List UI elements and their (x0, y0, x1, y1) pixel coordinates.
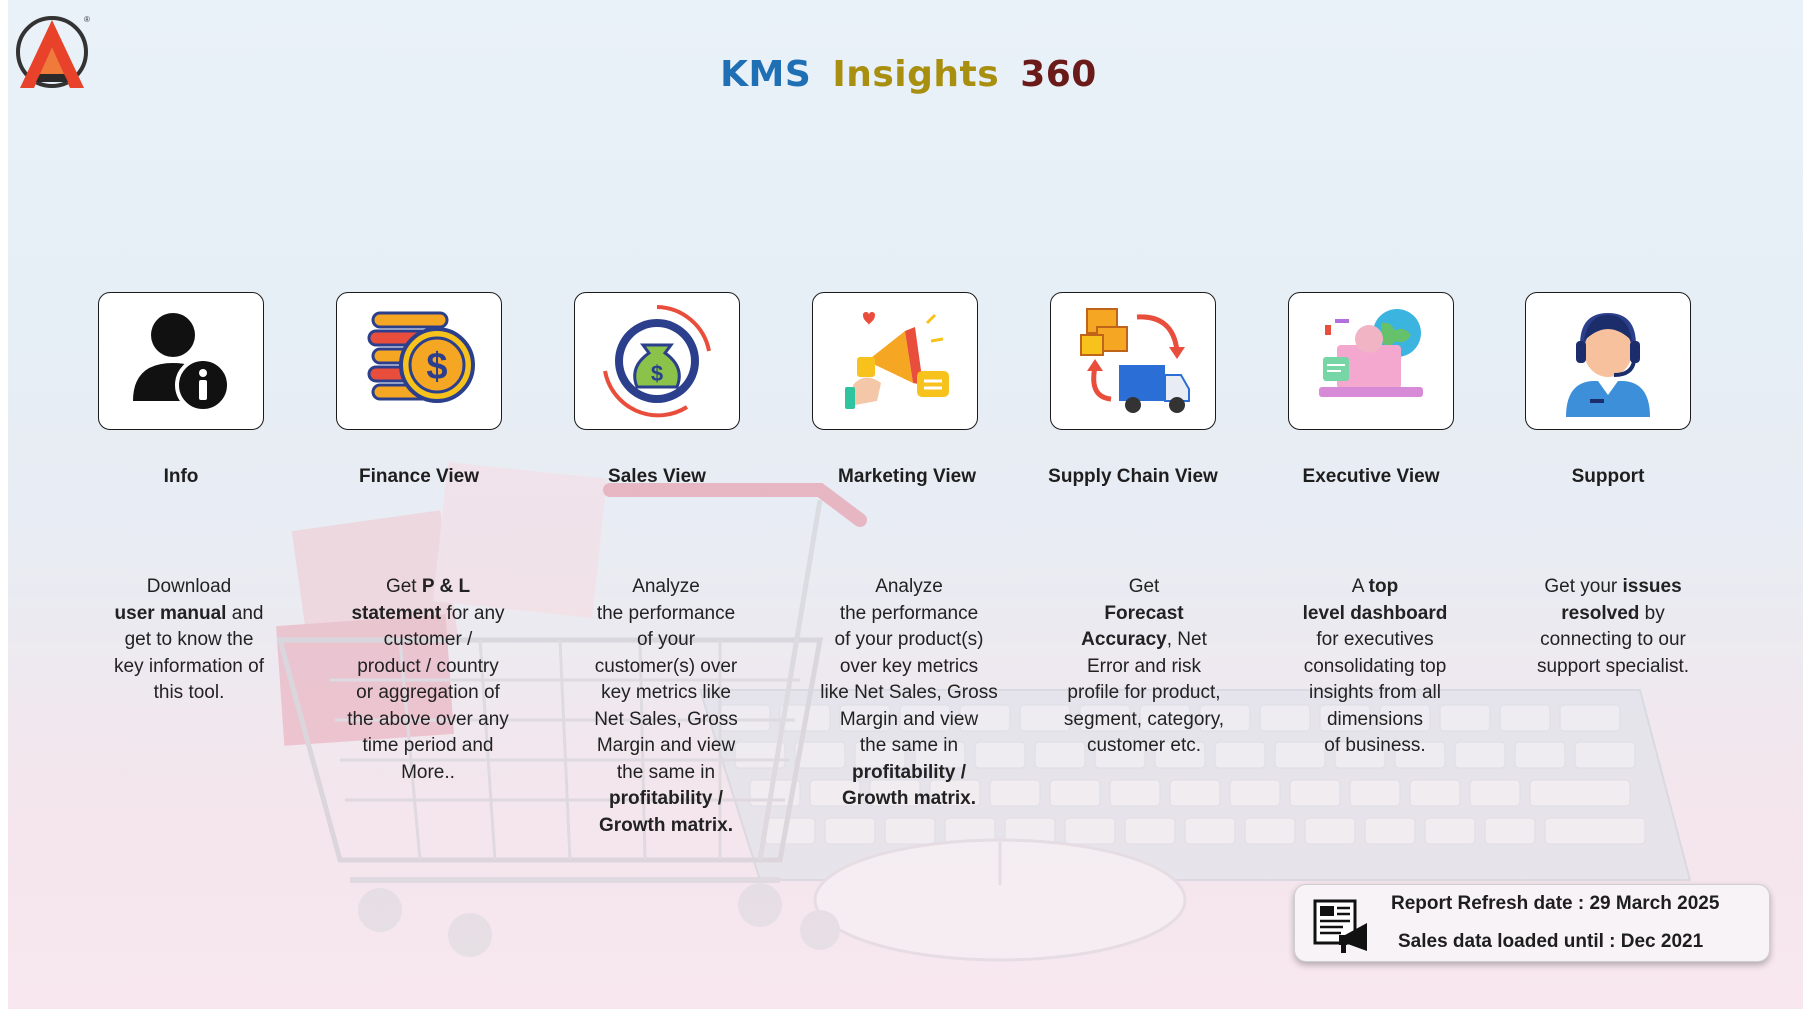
desc-line: Analyze (632, 576, 700, 597)
card-label-executive-view[interactable]: Executive View (1261, 466, 1481, 488)
desc-line: of business. (1324, 735, 1426, 756)
desc-line: Download (146, 576, 232, 597)
frame-edge-right (1803, 0, 1817, 1015)
desc-line: resolved by (1561, 602, 1665, 624)
card-desc-support: Get your issues resolved by connecting to … (1513, 574, 1713, 680)
card-label-info[interactable]: Info (71, 466, 291, 488)
app-canvas: ® KMS Insights 360 $ $ Info Finance View… (0, 0, 1817, 1015)
desc-line: over key metrics (839, 655, 979, 677)
desc-line: customer / (383, 629, 473, 650)
desc-line: get to know the (124, 629, 254, 650)
card-desc-supply-chain-view: Get Forecast Accuracy, Net Error and risk pr… (1044, 574, 1244, 760)
desc-line: the performance (596, 602, 736, 624)
megaphone-icon (845, 312, 949, 409)
desc-line: Growth matrix. (841, 788, 977, 809)
mouse-illustration (813, 838, 1187, 962)
svg-text:$: $ (651, 361, 663, 386)
desc-line: key metrics like (601, 682, 731, 703)
desc-line: insights from all (1309, 682, 1441, 703)
desc-line: the same in (616, 761, 716, 783)
desc-line: user manual and (114, 602, 264, 624)
desc-line: Get your issues (1544, 576, 1682, 597)
desc-line: Get (1128, 576, 1160, 597)
desc-line: support specialist. (1536, 655, 1690, 677)
desc-line: segment, category, (1063, 708, 1225, 730)
desc-line: time period and (362, 735, 494, 756)
svg-text:$: $ (426, 346, 447, 388)
card-desc-info: Download user manual and get to know the ke… (89, 574, 289, 707)
sales-data-loaded-until: Sales data loaded until : Dec 2021 (1398, 931, 1704, 952)
desc-line: Margin and view (596, 735, 736, 756)
page-title: KMS Insights 360 (0, 54, 1817, 95)
desc-line: statement for any (351, 602, 505, 624)
sales-view-card[interactable]: $ (574, 292, 740, 430)
desc-line: this tool. (153, 682, 225, 703)
money-bag-cycle-icon: $ (603, 305, 711, 418)
desc-line: the above over any (347, 708, 509, 730)
info-card[interactable] (98, 292, 264, 430)
desc-line: like Net Sales, Gross (820, 682, 998, 703)
coins-dollar-icon: $ (367, 311, 475, 403)
desc-line: connecting to our (1540, 629, 1686, 650)
card-desc-executive-view: A top level dashboard for executives consol… (1275, 574, 1475, 760)
desc-line: customer etc. (1086, 735, 1202, 756)
desc-line: profitability / (852, 761, 966, 783)
title-part-kms: KMS (720, 54, 812, 95)
desc-line: or aggregation of (356, 682, 500, 703)
desc-line: of your product(s) (834, 629, 984, 650)
desc-line: of your (636, 629, 696, 650)
newspaper-megaphone-icon (1313, 899, 1367, 953)
desc-line: product / country (357, 655, 499, 677)
desc-line: More.. (401, 761, 455, 783)
card-label-supply-chain-view[interactable]: Supply Chain View (1023, 466, 1243, 488)
desc-line: key information of (114, 655, 264, 677)
card-label-support[interactable]: Support (1498, 466, 1718, 488)
desc-line: the performance (839, 602, 979, 624)
support-card[interactable] (1525, 292, 1691, 430)
desc-line: Forecast (1104, 602, 1184, 624)
desc-line: Accuracy, Net (1081, 629, 1207, 650)
background-shopping-illustration (276, 462, 1692, 962)
title-part-360: 360 (1020, 54, 1097, 95)
card-label-finance-view[interactable]: Finance View (309, 466, 529, 488)
card-desc-finance-view: Get P & L statement for any customer / prod… (328, 574, 528, 786)
desc-line: customer(s) over (594, 655, 738, 677)
desc-line: level dashboard (1302, 602, 1448, 624)
card-label-sales-view[interactable]: Sales View (547, 466, 767, 488)
card-label-marketing-view[interactable]: Marketing View (797, 466, 1017, 488)
finance-view-card[interactable]: $ (336, 292, 502, 430)
card-desc-sales-view: Analyze the performance of your customer(s)… (566, 574, 766, 839)
desc-line: for executives (1316, 629, 1434, 650)
executive-dashboard-icon (1319, 309, 1423, 397)
frame-edge-left (0, 0, 8, 1015)
desc-line: Get P & L (385, 576, 471, 597)
desc-line: profitability / (609, 788, 723, 809)
desc-line: the same in (859, 735, 959, 756)
marketing-view-card[interactable] (812, 292, 978, 430)
supply-chain-view-card[interactable] (1050, 292, 1216, 430)
frame-edge-bottom (0, 1009, 1817, 1015)
desc-line: Error and risk (1086, 655, 1202, 677)
desc-line: Margin and view (839, 708, 979, 730)
desc-line: A top (1351, 576, 1399, 597)
desc-line: Growth matrix. (598, 814, 734, 836)
svg-text:®: ® (84, 15, 90, 24)
desc-line: profile for product, (1067, 682, 1221, 703)
user-info-icon (133, 313, 231, 413)
executive-view-card[interactable] (1288, 292, 1454, 430)
desc-line: Analyze (875, 576, 943, 597)
report-info-box: Report Refresh date : 29 March 2025 Sale… (1294, 884, 1770, 962)
card-desc-marketing-view: Analyze the performance of your product(s)… (804, 574, 1014, 813)
desc-line: consolidating top (1303, 655, 1447, 677)
title-part-insights: Insights (832, 54, 1000, 95)
report-refresh-date: Report Refresh date : 29 March 2025 (1391, 893, 1720, 914)
boxes-truck-icon (1080, 308, 1190, 413)
support-agent-icon (1566, 313, 1650, 417)
desc-line: Net Sales, Gross (594, 708, 738, 730)
desc-line: dimensions (1326, 708, 1424, 730)
